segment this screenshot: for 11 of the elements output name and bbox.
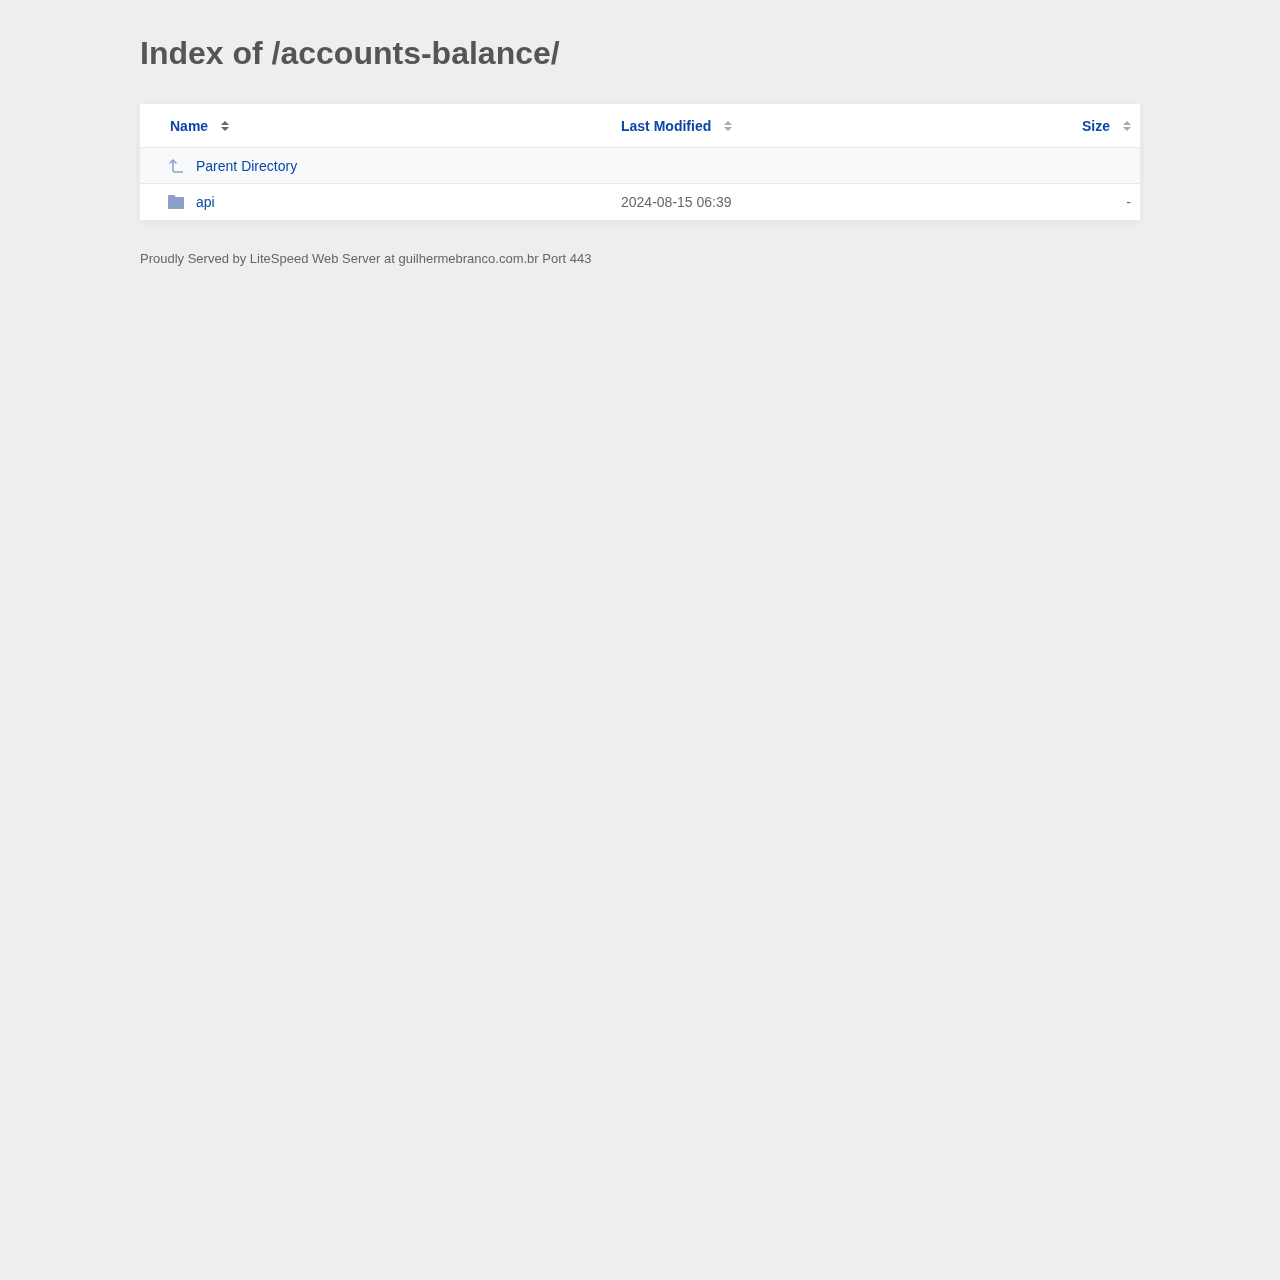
date-cell: 2024-08-15 06:39 xyxy=(621,193,732,211)
column-header[interactable]: Name xyxy=(170,116,209,135)
page-title: Index of /accounts-balance/ xyxy=(140,34,560,73)
server-footer-text: Proudly Served by LiteSpeed Web Server at guilhermebranco.com.br Port 443 xyxy=(140,251,592,267)
entry-link[interactable]: Parent Directory xyxy=(196,156,298,175)
column-header[interactable]: Last Modified xyxy=(621,116,712,135)
up-arrow-icon xyxy=(168,158,184,173)
entry-link[interactable]: api xyxy=(196,193,215,211)
folder-icon xyxy=(168,195,184,209)
column-header[interactable]: Size xyxy=(1082,116,1110,135)
size-cell: - xyxy=(1126,193,1131,211)
